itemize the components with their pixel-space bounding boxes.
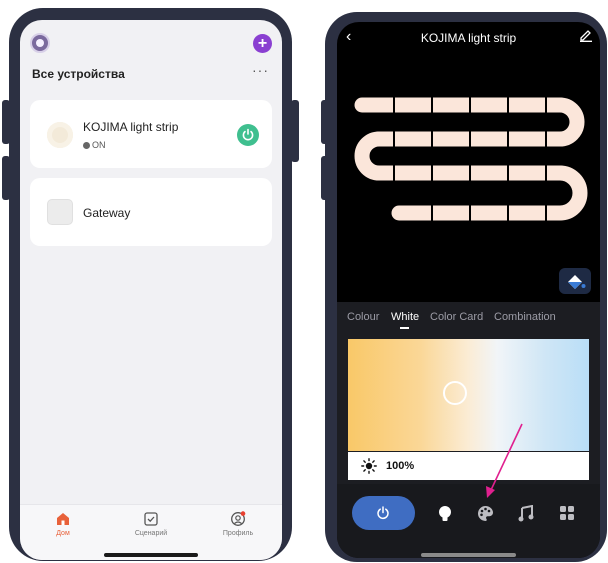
function-bar (337, 484, 600, 558)
tab-scenario[interactable]: Сценарий (121, 511, 181, 537)
music-icon[interactable] (518, 505, 534, 522)
status-dot-icon (83, 142, 90, 149)
sun-icon (361, 458, 377, 474)
checkbox-icon (144, 512, 158, 526)
side-button (291, 100, 299, 162)
device-card-kojima[interactable]: KOJIMA light strip ON (30, 100, 272, 168)
gateway-icon (47, 199, 73, 225)
home-indicator (104, 553, 198, 557)
light-strip-graphic (354, 96, 588, 222)
device-control-screen: ‹ KOJIMA light strip Colour White Color … (337, 22, 600, 558)
control-panel: Colour White Color Card Combination 100% (337, 302, 600, 558)
power-icon (377, 506, 389, 520)
picker-handle[interactable] (443, 381, 467, 405)
paint-bucket-button[interactable] (559, 268, 591, 294)
home-icon (57, 513, 69, 525)
power-icon (242, 128, 254, 141)
home-indicator (421, 553, 516, 557)
tab-home[interactable]: Дом (33, 511, 93, 537)
add-device-button[interactable]: + (253, 34, 272, 53)
tab-colour[interactable]: Colour (347, 311, 379, 323)
active-tab-indicator (400, 327, 409, 329)
device-status: ON (83, 140, 106, 150)
paint-bucket-icon (568, 275, 586, 289)
device-card-gateway[interactable]: Gateway (30, 178, 272, 246)
edit-button[interactable] (579, 28, 593, 45)
annotation-arrow-icon (486, 423, 523, 498)
power-button[interactable] (352, 496, 415, 530)
light-icon (47, 122, 73, 148)
home-screen: + Все устройства ··· KOJIMA light strip … (20, 20, 282, 560)
avatar-icon[interactable] (30, 33, 50, 53)
tab-bar: Дом Сценарий Профиль (20, 504, 282, 560)
volume-up-button (2, 100, 10, 144)
brightness-value: 100% (386, 460, 415, 472)
device-name: Gateway (83, 206, 131, 220)
bulb-icon[interactable] (437, 505, 453, 523)
tab-combination[interactable]: Combination (494, 311, 556, 323)
volume-down-button (2, 156, 10, 200)
tab-white[interactable]: White (391, 311, 419, 323)
volume-down-button (321, 156, 329, 200)
profile-icon (231, 511, 246, 526)
notification-dot-icon (240, 511, 246, 516)
volume-up-button (321, 100, 329, 144)
power-toggle-button[interactable] (237, 124, 259, 146)
page-title: Все устройства (32, 67, 125, 81)
device-name: KOJIMA light strip (83, 120, 179, 134)
device-title: KOJIMA light strip (420, 31, 517, 45)
palette-icon[interactable] (477, 505, 494, 522)
tab-profile[interactable]: Профиль (208, 511, 268, 537)
more-icon[interactable]: ··· (252, 62, 269, 78)
white-temperature-picker[interactable] (348, 339, 589, 451)
tab-color-card[interactable]: Color Card (430, 311, 483, 323)
brightness-slider[interactable]: 100% (348, 452, 589, 480)
pencil-icon (580, 30, 592, 42)
grid-icon[interactable] (559, 505, 575, 521)
